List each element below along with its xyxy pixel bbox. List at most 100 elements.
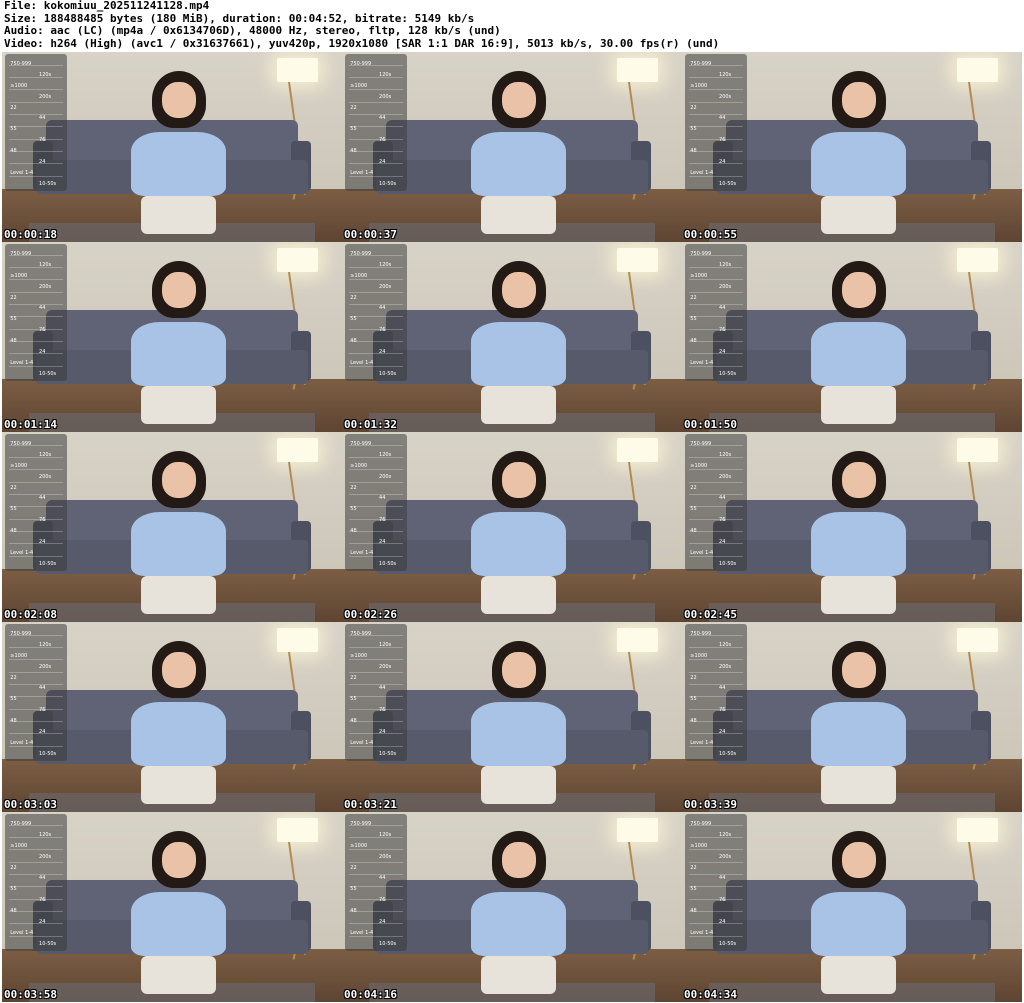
lamp-icon: [277, 247, 319, 273]
overlay-label: 750-999: [690, 440, 712, 447]
video-thumbnail[interactable]: 750-999 120s ≥1000 200s 22 44 55 76 48 24 Level 1-…: [682, 242, 1022, 432]
overlay-label: 55: [10, 126, 17, 133]
overlay-divider: [349, 849, 403, 851]
video-thumbnail[interactable]: 750-999 120s ≥1000 200s 22 44 55 76 48 24 Level 1-…: [682, 52, 1022, 242]
video-thumbnail[interactable]: 750-999 120s ≥1000 200s 22 44 55 76 48 24 Level 1-…: [682, 622, 1022, 812]
overlay-label: 48: [350, 908, 357, 915]
overlay-divider: [689, 114, 743, 116]
overlay-divider: [689, 481, 743, 483]
person-shirt: [811, 511, 907, 577]
thumbnail-timestamp: 00:01:50: [684, 418, 737, 431]
overlay-label: 22: [690, 294, 697, 301]
video-thumbnail[interactable]: 750-999 120s ≥1000 200s 22 44 55 76 48 24 Level 1-…: [342, 432, 682, 622]
person-shorts: [141, 956, 217, 995]
video-thumbnail[interactable]: 750-999 120s ≥1000 200s 22 44 55 76 48 24 Level 1-…: [342, 242, 682, 432]
overlay-divider: [689, 861, 743, 863]
overlay-label: 750-999: [690, 60, 712, 67]
video-thumbnail[interactable]: 750-999 120s ≥1000 200s 22 44 55 76 48 24 Level 1-…: [2, 812, 342, 1002]
overlay-label: 200s: [719, 93, 732, 100]
person-face: [501, 82, 536, 119]
overlay-divider: [349, 874, 403, 876]
overlay-divider: [349, 684, 403, 686]
overlay-label: 24: [719, 349, 726, 356]
overlay-divider: [689, 849, 743, 851]
overlay-divider: [349, 151, 403, 153]
overlay-label: 48: [10, 148, 17, 155]
overlay-divider: [9, 353, 63, 355]
overlay-label: 10-50s: [39, 181, 57, 188]
overlay-label: 200s: [379, 473, 392, 480]
overlay-label: 200s: [39, 663, 52, 670]
video-thumbnail[interactable]: 750-999 120s ≥1000 200s 22 44 55 76 48 24 Level 1-…: [682, 812, 1022, 1002]
overlay-divider: [689, 138, 743, 140]
stream-overlay-panel: 750-999 120s ≥1000 200s 22 44 55 76 48 24 Level 1-…: [5, 53, 67, 191]
person-face: [841, 652, 876, 689]
overlay-divider: [689, 151, 743, 153]
overlay-divider: [349, 138, 403, 140]
overlay-label: 200s: [719, 283, 732, 290]
overlay-label: 76: [719, 707, 726, 714]
lamp-icon: [957, 437, 999, 463]
overlay-label: 24: [39, 349, 46, 356]
overlay-label: 55: [350, 316, 357, 323]
person-face: [501, 842, 536, 879]
video-thumbnail[interactable]: 750-999 120s ≥1000 200s 22 44 55 76 48 24 Level 1-…: [342, 812, 682, 1002]
overlay-divider: [349, 267, 403, 269]
video-thumbnail[interactable]: 750-999 120s ≥1000 200s 22 44 55 76 48 24 Level 1-…: [2, 622, 342, 812]
overlay-divider: [689, 89, 743, 91]
person-face: [841, 462, 876, 499]
video-thumbnail[interactable]: 750-999 120s ≥1000 200s 22 44 55 76 48 24 Level 1-…: [682, 432, 1022, 622]
overlay-label: 76: [719, 897, 726, 904]
overlay-label: 22: [10, 864, 17, 871]
overlay-label: 22: [350, 104, 357, 111]
video-thumbnail[interactable]: 750-999 120s ≥1000 200s 22 44 55 76 48 24 Level 1-…: [342, 622, 682, 812]
overlay-label: 55: [10, 316, 17, 323]
overlay-label: ≥1000: [350, 842, 368, 849]
overlay-label: 750-999: [350, 250, 372, 257]
overlay-divider: [9, 647, 63, 649]
thumbnail-timestamp: 00:02:26: [344, 608, 397, 621]
person-face: [841, 82, 876, 119]
overlay-divider: [349, 647, 403, 649]
overlay-label: 22: [10, 484, 17, 491]
overlay-label: 10-50s: [379, 941, 397, 948]
video-thumbnail[interactable]: 750-999 120s ≥1000 200s 22 44 55 76 48 24 Level 1-…: [2, 242, 342, 432]
overlay-label: 120s: [719, 451, 732, 458]
overlay-divider: [349, 861, 403, 863]
overlay-divider: [689, 163, 743, 165]
video-thumbnail[interactable]: 750-999 120s ≥1000 200s 22 44 55 76 48 24 Level 1-…: [2, 52, 342, 242]
stream-overlay-panel: 750-999 120s ≥1000 200s 22 44 55 76 48 24 Level 1-…: [345, 813, 407, 951]
overlay-label: 48: [690, 528, 697, 535]
lamp-icon: [957, 57, 999, 83]
stream-overlay-panel: 750-999 120s ≥1000 200s 22 44 55 76 48 24 Level 1-…: [685, 433, 747, 571]
overlay-label: 120s: [379, 71, 392, 78]
overlay-label: 48: [350, 718, 357, 725]
thumbnail-timestamp: 00:02:08: [4, 608, 57, 621]
overlay-label: 22: [690, 484, 697, 491]
lamp-icon: [277, 627, 319, 653]
overlay-divider: [349, 837, 403, 839]
overlay-divider: [349, 114, 403, 116]
person-face: [841, 842, 876, 879]
overlay-divider: [9, 886, 63, 888]
overlay-divider: [689, 469, 743, 471]
overlay-label: 10-50s: [39, 751, 57, 758]
overlay-divider: [9, 328, 63, 330]
video-thumbnail[interactable]: 750-999 120s ≥1000 200s 22 44 55 76 48 24 Level 1-…: [342, 52, 682, 242]
overlay-label: Level 1-4: [10, 930, 34, 937]
overlay-label: 44: [379, 115, 386, 122]
overlay-divider: [689, 911, 743, 913]
overlay-label: 76: [719, 137, 726, 144]
overlay-label: Level 1-4: [10, 740, 34, 747]
lamp-icon: [957, 247, 999, 273]
lamp-icon: [617, 817, 659, 843]
overlay-divider: [9, 77, 63, 79]
video-thumbnail[interactable]: 750-999 120s ≥1000 200s 22 44 55 76 48 24 Level 1-…: [2, 432, 342, 622]
overlay-label: 200s: [379, 283, 392, 290]
overlay-label: 24: [719, 729, 726, 736]
thumbnail-timestamp: 00:03:21: [344, 798, 397, 811]
overlay-label: 76: [39, 517, 46, 524]
overlay-label: 22: [10, 674, 17, 681]
person-shorts: [481, 766, 557, 805]
overlay-divider: [9, 481, 63, 483]
